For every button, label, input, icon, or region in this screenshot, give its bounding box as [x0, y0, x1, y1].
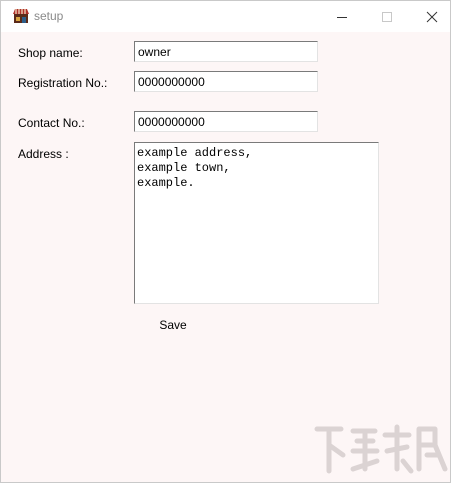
minimize-icon [337, 17, 347, 18]
window-title: setup [34, 9, 64, 23]
address-textarea[interactable] [134, 142, 379, 304]
save-button[interactable]: Save [151, 315, 195, 335]
registration-input[interactable] [134, 71, 318, 92]
watermark-logo [314, 424, 448, 474]
maximize-icon [382, 12, 392, 22]
address-label: Address : [18, 147, 69, 161]
setup-window: setup Shop name: Registration No.: Conta… [0, 0, 451, 483]
shop-icon [13, 9, 29, 23]
registration-label: Registration No.: [18, 76, 108, 90]
contact-input[interactable] [134, 111, 318, 132]
maximize-button[interactable] [364, 1, 410, 32]
title-bar[interactable]: setup [1, 1, 450, 32]
shop-name-input[interactable] [134, 41, 318, 62]
close-button[interactable] [409, 1, 450, 32]
close-icon [426, 11, 438, 23]
minimize-button[interactable] [319, 1, 365, 32]
contact-label: Contact No.: [18, 116, 85, 130]
shop-name-label: Shop name: [18, 46, 83, 60]
